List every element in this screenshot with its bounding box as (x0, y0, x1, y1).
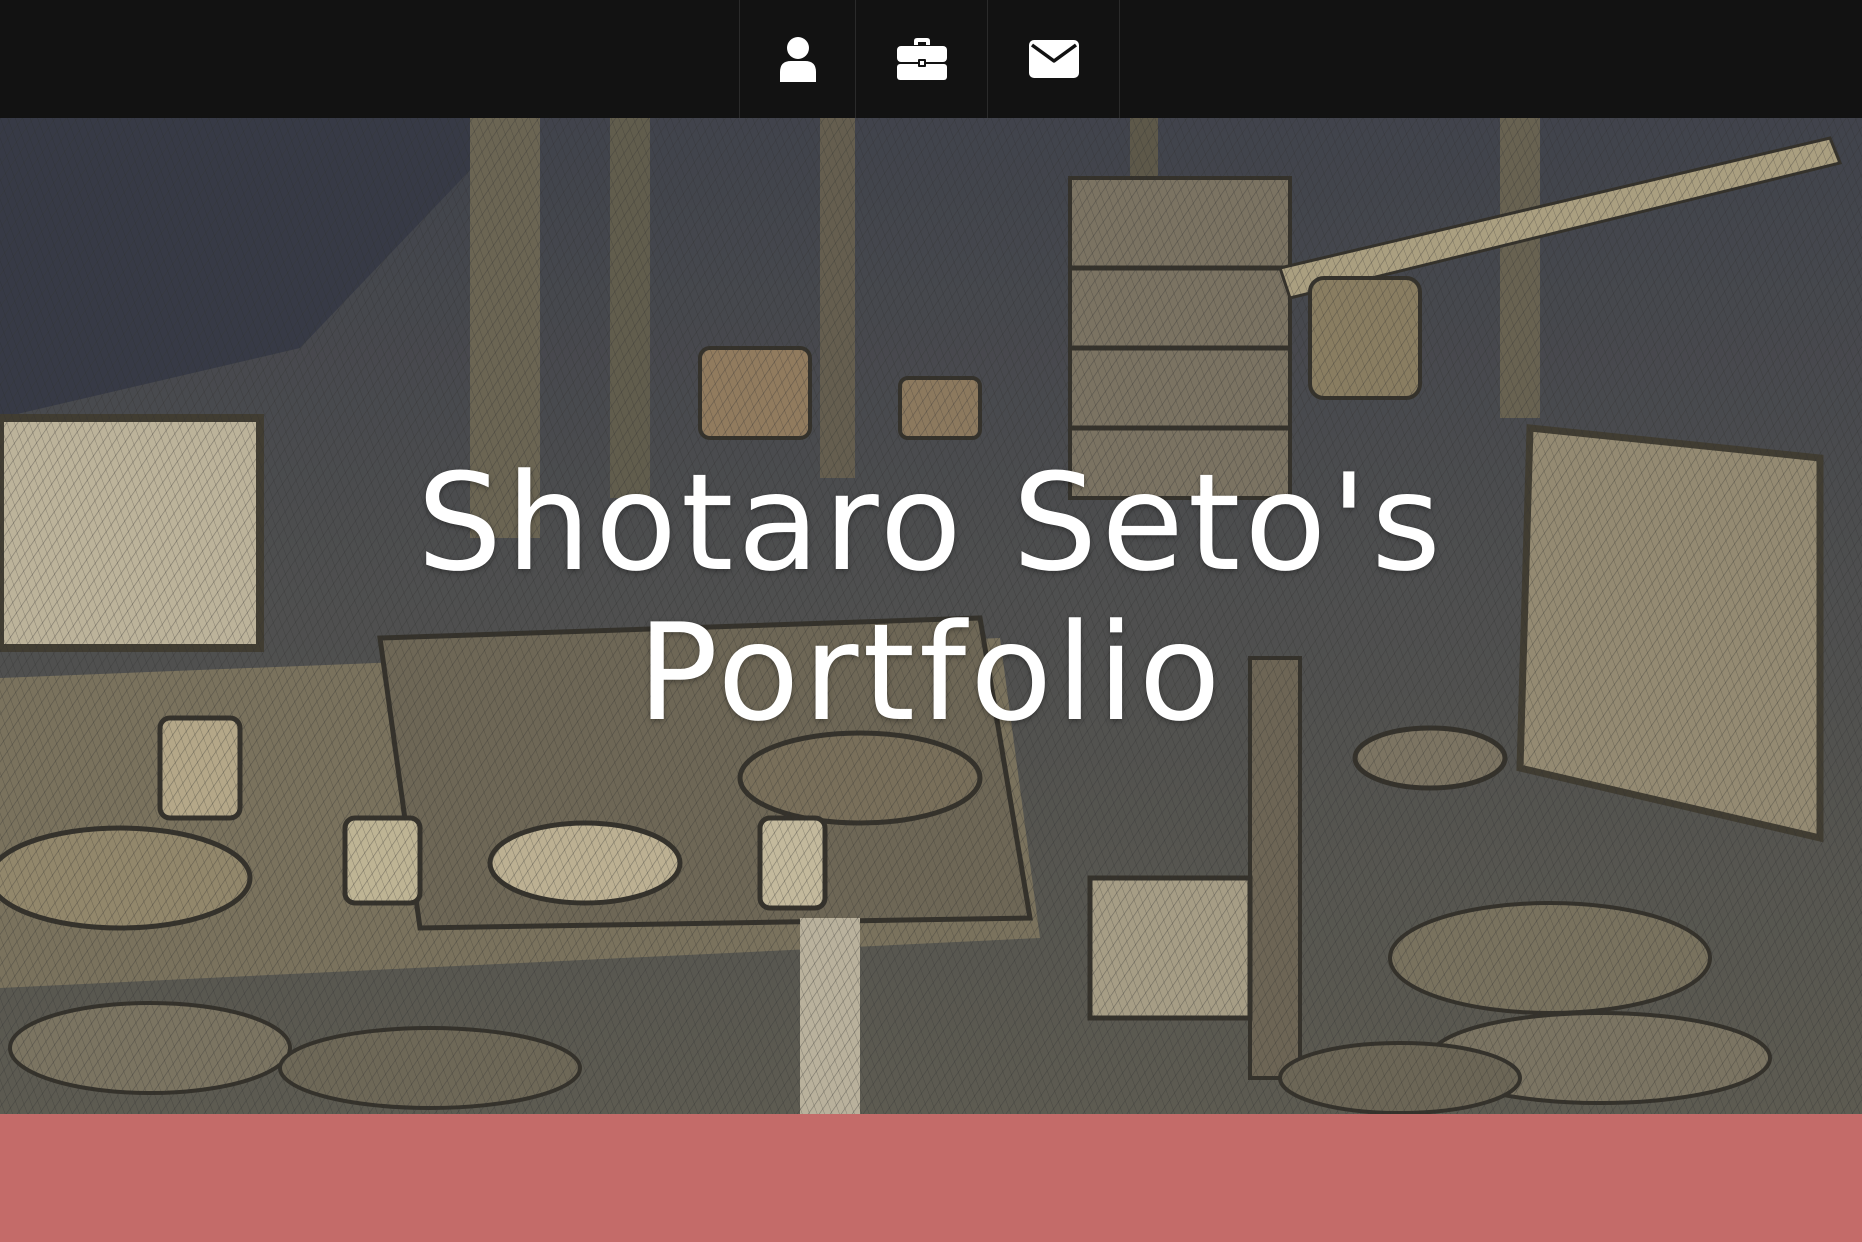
envelope-icon (1028, 39, 1080, 79)
hero-title: Shotaro Seto's Portfolio (0, 448, 1862, 748)
nav-work-button[interactable] (855, 0, 987, 118)
nav-icon-group (739, 0, 1120, 118)
hero-title-line-1: Shotaro Seto's (416, 445, 1446, 601)
bottom-color-band (0, 1114, 1862, 1242)
user-icon (779, 36, 817, 82)
top-navigation-bar (0, 0, 1862, 118)
nav-about-button[interactable] (739, 0, 855, 118)
hero-section: Shotaro Seto's Portfolio (0, 118, 1862, 1114)
hero-title-line-2: Portfolio (637, 595, 1225, 751)
briefcase-icon (896, 37, 948, 81)
nav-contact-button[interactable] (987, 0, 1120, 118)
